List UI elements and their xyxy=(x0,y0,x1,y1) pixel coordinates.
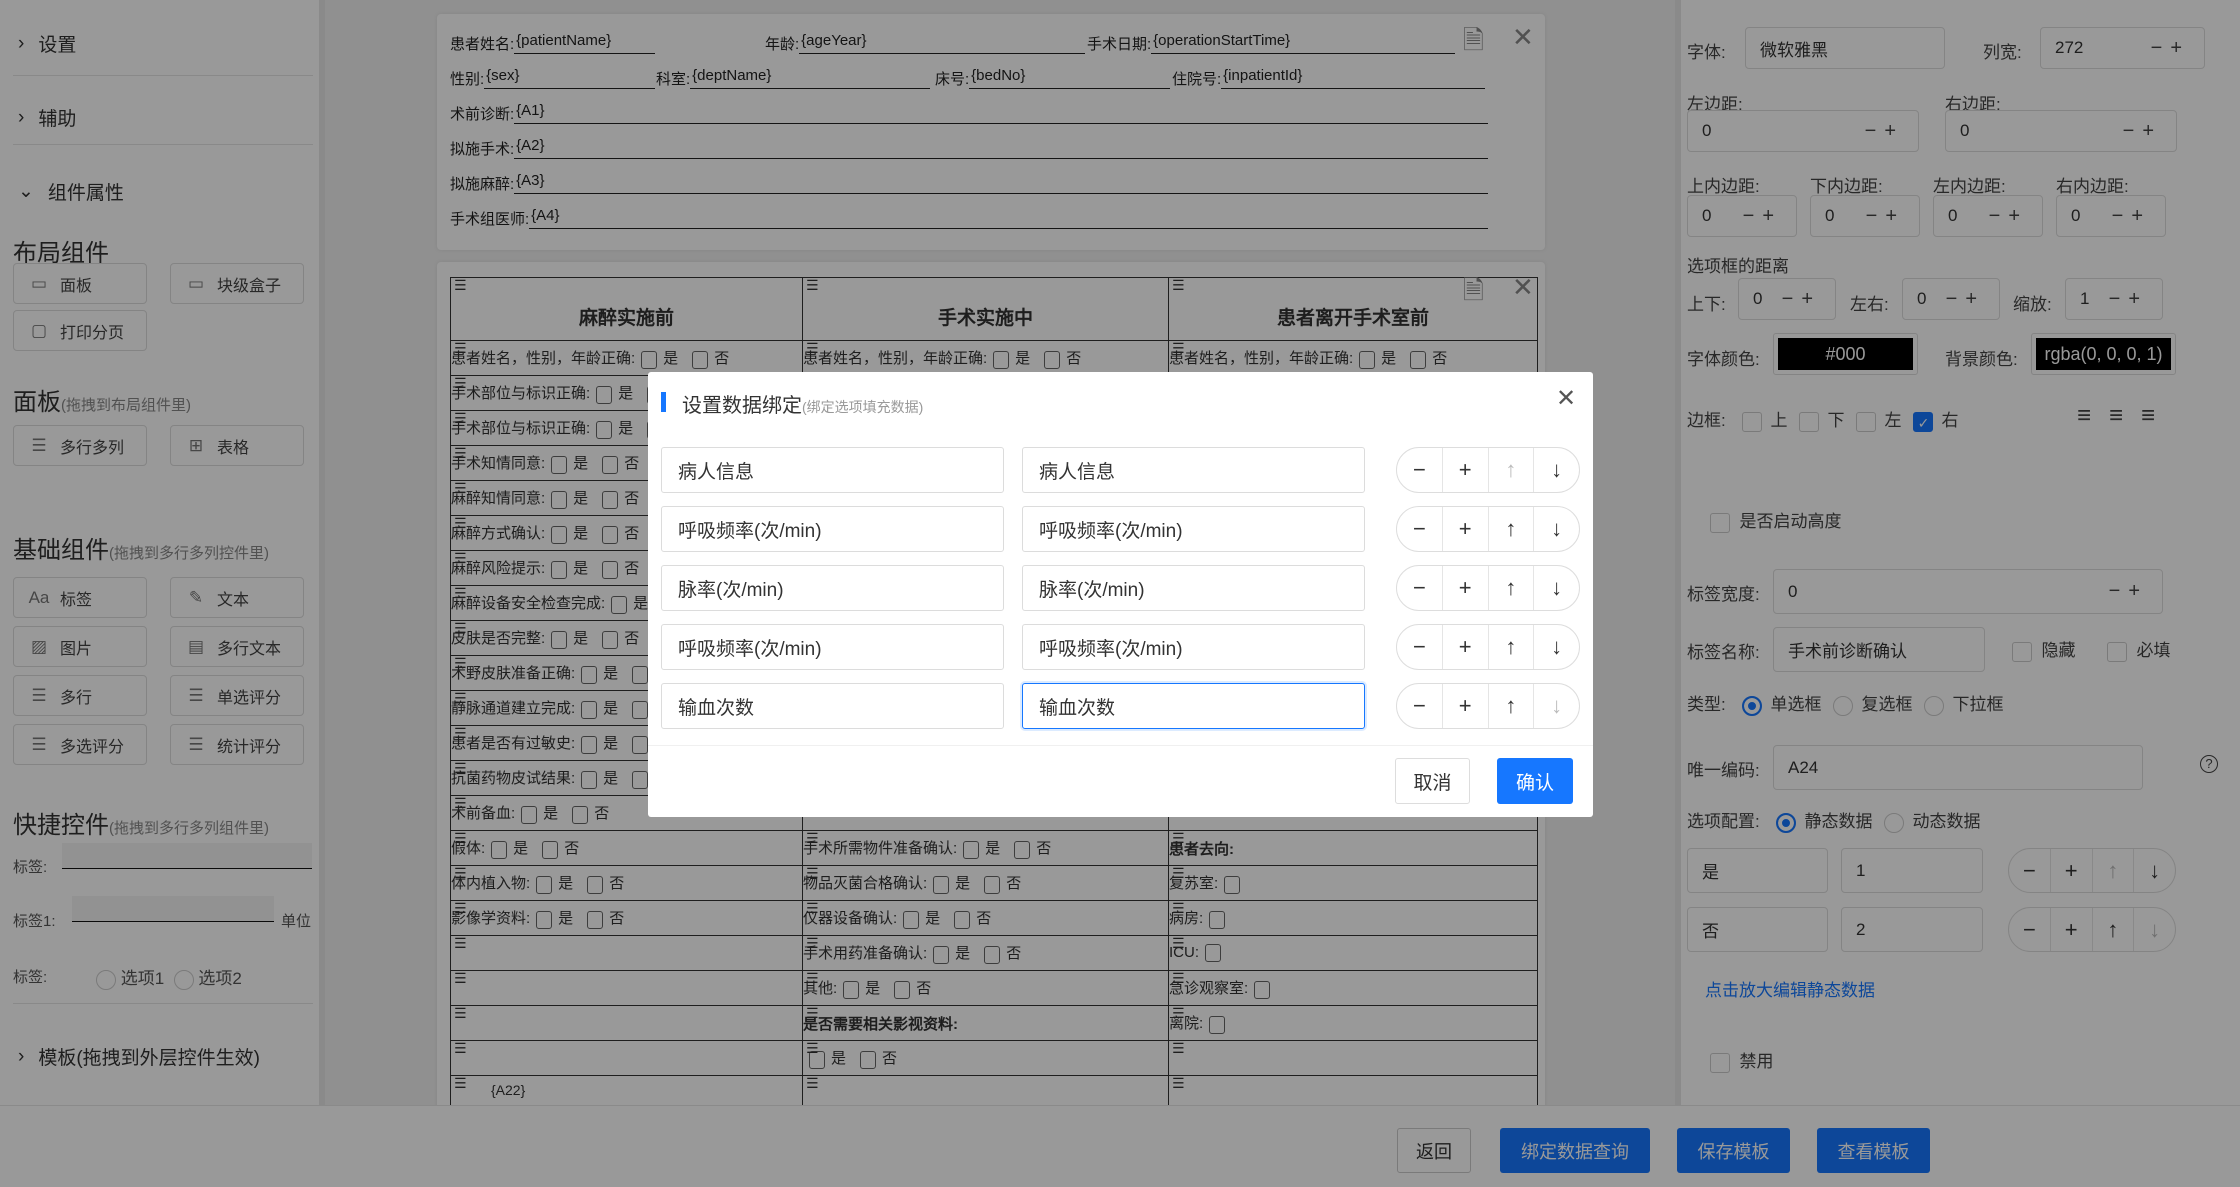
move-down-button[interactable]: ↓ xyxy=(1533,448,1579,492)
binding-label: 脉率(次/min) xyxy=(678,579,784,601)
remove-row-button[interactable]: − xyxy=(1397,566,1442,610)
remove-row-button[interactable]: − xyxy=(1397,625,1442,669)
binding-value: 病人信息 xyxy=(1039,461,1116,483)
remove-row-button[interactable]: − xyxy=(1397,684,1442,728)
binding-label: 呼吸频率(次/min) xyxy=(678,638,822,660)
row-button-group: − + ↑ ↓ xyxy=(1396,506,1580,552)
binding-value-input[interactable]: 脉率(次/min) xyxy=(1022,565,1365,611)
add-row-button[interactable]: + xyxy=(1441,566,1488,610)
move-down-button[interactable]: ↓ xyxy=(1533,566,1579,610)
binding-label-input[interactable]: 病人信息 xyxy=(661,447,1004,493)
move-up-button[interactable]: ↑ xyxy=(1487,448,1534,492)
confirm-button[interactable]: 确认 xyxy=(1497,758,1573,804)
add-row-button[interactable]: + xyxy=(1441,507,1488,551)
close-icon[interactable]: ✕ xyxy=(1556,384,1576,413)
add-row-button[interactable]: + xyxy=(1441,684,1488,728)
dialog-title-text: 设置数据绑定 xyxy=(682,395,802,417)
row-button-group: − + ↑ ↓ xyxy=(1396,624,1580,670)
binding-label-input[interactable]: 呼吸频率(次/min) xyxy=(661,506,1004,552)
binding-label-input[interactable]: 脉率(次/min) xyxy=(661,565,1004,611)
remove-row-button[interactable]: − xyxy=(1397,507,1442,551)
move-up-button[interactable]: ↑ xyxy=(1487,684,1534,728)
move-up-button[interactable]: ↑ xyxy=(1487,566,1534,610)
cancel-button[interactable]: 取消 xyxy=(1395,758,1470,804)
add-row-button[interactable]: + xyxy=(1441,625,1488,669)
move-down-button[interactable]: ↓ xyxy=(1533,684,1579,728)
binding-value-input[interactable]: 病人信息 xyxy=(1022,447,1365,493)
binding-value: 呼吸频率(次/min) xyxy=(1039,638,1183,660)
dialog-title: 设置数据绑定(绑定选项填充数据) xyxy=(682,389,923,418)
binding-label-input[interactable]: 输血次数 xyxy=(661,683,1004,729)
move-down-button[interactable]: ↓ xyxy=(1533,507,1579,551)
divider xyxy=(648,745,1593,746)
remove-row-button[interactable]: − xyxy=(1397,448,1442,492)
binding-label: 病人信息 xyxy=(678,461,755,483)
add-row-button[interactable]: + xyxy=(1441,448,1488,492)
binding-label: 输血次数 xyxy=(678,697,755,719)
dialog-subtitle: (绑定选项填充数据) xyxy=(802,399,924,415)
row-button-group: − + ↑ ↓ xyxy=(1396,447,1580,493)
binding-value-input[interactable]: 呼吸频率(次/min) xyxy=(1022,506,1365,552)
binding-label-input[interactable]: 呼吸频率(次/min) xyxy=(661,624,1004,670)
binding-value-input[interactable]: 输血次数 xyxy=(1022,683,1365,729)
row-button-group: − + ↑ ↓ xyxy=(1396,565,1580,611)
row-button-group: − + ↑ ↓ xyxy=(1396,683,1580,729)
binding-value: 输血次数 xyxy=(1039,697,1116,719)
binding-value: 脉率(次/min) xyxy=(1039,579,1145,601)
binding-value: 呼吸频率(次/min) xyxy=(1039,520,1183,542)
data-binding-dialog: 设置数据绑定(绑定选项填充数据) ✕ 病人信息 病人信息 − + ↑ ↓ 呼吸频率(次/mi… xyxy=(648,372,1593,817)
move-up-button[interactable]: ↑ xyxy=(1487,507,1534,551)
move-down-button[interactable]: ↓ xyxy=(1533,625,1579,669)
binding-label: 呼吸频率(次/min) xyxy=(678,520,822,542)
move-up-button[interactable]: ↑ xyxy=(1487,625,1534,669)
binding-value-input[interactable]: 呼吸频率(次/min) xyxy=(1022,624,1365,670)
title-accent-bar xyxy=(661,392,666,412)
